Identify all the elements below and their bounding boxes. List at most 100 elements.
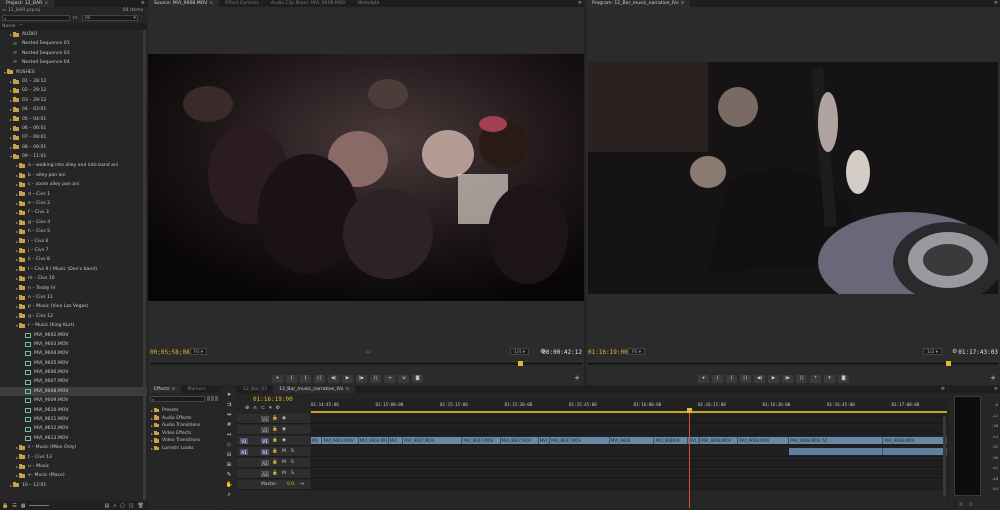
track-lock-icon[interactable]: 🔒 <box>272 471 278 476</box>
add-marker-button[interactable]: ▾ <box>272 375 283 383</box>
project-folder-item[interactable]: ▸ AUDIO <box>0 30 147 39</box>
effects-folder-item[interactable]: ▸ Video Effects <box>150 430 191 436</box>
timeline-video-clip[interactable]: MVI_9607.MOV <box>500 437 539 444</box>
project-folder-item[interactable]: ▾ 09 – 11:01 <box>0 152 147 161</box>
timeline-video-clip[interactable]: MVI_9608.MOV <box>738 437 790 444</box>
panel-menu-icon[interactable]: ≡ <box>994 386 998 393</box>
source-button-editor-plus[interactable]: + <box>574 374 580 382</box>
32bit-filter-icon[interactable] <box>211 396 214 401</box>
project-folder-item[interactable]: ▸ n – Teddy IV <box>0 284 147 293</box>
track-header-v2[interactable]: V2 🔒 ◉ <box>237 425 310 435</box>
project-folder-item[interactable]: ▸ f – Civs 3 <box>0 208 147 217</box>
panel-menu-icon[interactable]: ≡ <box>994 0 998 7</box>
project-folder-item[interactable]: ▸ 10 – 12:01 <box>0 481 147 490</box>
column-header[interactable]: Name ^ <box>0 23 147 30</box>
step-forward-button[interactable]: |▶ <box>782 375 793 383</box>
timeline-video-clip[interactable]: MVI_9607.MOV <box>550 437 610 444</box>
effects-folder-item[interactable]: ▸ Presets <box>150 407 178 413</box>
source-patch-a1[interactable]: A1 <box>240 449 248 455</box>
mark-in-button[interactable]: { <box>286 375 297 383</box>
timeline-video-clip[interactable]: MVI_9608.M <box>654 437 688 444</box>
timeline-scrollbar[interactable] <box>943 416 946 496</box>
source-playhead[interactable] <box>518 361 523 366</box>
project-folder-item[interactable]: ▸ i – Civs 6 <box>0 237 147 246</box>
solo-icon[interactable]: S <box>291 460 294 465</box>
track-lane-a3[interactable] <box>311 469 947 479</box>
track-header-v1[interactable]: V1 V1 🔒 ◉ <box>237 436 310 446</box>
rolling-edit-tool-icon[interactable]: # <box>225 422 233 429</box>
eye-icon[interactable]: ◉ <box>282 438 286 443</box>
timeline-settings-icon[interactable]: ⚙ <box>276 405 280 411</box>
track-lock-icon[interactable]: 🔒 <box>272 416 278 421</box>
project-scrollbar[interactable] <box>143 30 146 500</box>
project-folder-item[interactable]: ▸ 06 – 06:01 <box>0 124 147 133</box>
project-clip-item[interactable]: MVI_9613.MOV <box>0 434 147 443</box>
tab-sequence-12-bar-music[interactable]: 12_Bar_music_narrative_IVs ≡ <box>273 386 356 393</box>
timeline-audio-clip[interactable] <box>883 448 947 455</box>
project-clip-item[interactable]: MVI_9609.MOV <box>0 396 147 405</box>
timeline-video-clip[interactable]: MVI_9604.MOV <box>322 437 359 444</box>
go-to-in-button[interactable]: |{ <box>314 375 325 383</box>
tab-sequence-12-bar-02[interactable]: 12_Bar_02 <box>237 386 273 393</box>
track-lock-icon[interactable]: 🔒 <box>272 449 278 454</box>
add-marker-icon[interactable]: ▾ <box>269 405 272 411</box>
mark-out-button[interactable]: } <box>726 375 737 383</box>
eye-icon[interactable]: ◉ <box>282 416 286 421</box>
zoom-slider[interactable] <box>29 505 50 506</box>
timeline-video-clip[interactable]: MVI_9607.MOV <box>462 437 501 444</box>
project-folder-item[interactable]: ▸ m – Civs 10 <box>0 274 147 283</box>
track-header-v3[interactable]: V3 🔒 ◉ <box>237 414 310 424</box>
project-clip-item[interactable]: MVI_9604.MOV <box>0 349 147 358</box>
project-folder-item[interactable]: ▸ s – Music (Mike Only) <box>0 443 147 452</box>
work-area-bar[interactable] <box>311 411 947 413</box>
track-target-v2[interactable]: V2 <box>261 427 269 433</box>
track-target-a1[interactable]: A1 <box>261 449 269 455</box>
tab-metadata[interactable]: Metadata <box>352 0 386 7</box>
project-folder-item[interactable]: ▸ 03 – 29:12 <box>0 96 147 105</box>
track-target-v3[interactable]: V3 <box>261 416 269 422</box>
tab-program[interactable]: Program: 12_Bar_music_narrative_IVs ≡ <box>586 0 691 7</box>
project-folder-item[interactable]: ▸ g – Civs 4 <box>0 218 147 227</box>
project-clip-item[interactable]: MVI_9611.MOV <box>0 415 147 424</box>
mute-icon[interactable]: M <box>282 449 286 454</box>
source-fit-select[interactable]: Fit ▾ <box>190 348 207 355</box>
master-track-header[interactable]: Master 0.0 ⇥ <box>237 480 310 490</box>
source-video-frame[interactable] <box>148 54 584 301</box>
solo-icon[interactable]: S <box>291 449 294 454</box>
project-folder-item[interactable]: ▸ v– Music (Maco) <box>0 471 147 480</box>
program-playhead[interactable] <box>946 361 951 366</box>
timeline-video-clip[interactable]: MVI_9608.MOV [V] <box>789 437 884 444</box>
timeline-video-clip[interactable]: MVI_9607.MOV <box>403 437 463 444</box>
play-button[interactable]: ▶ <box>768 375 779 383</box>
find-icon[interactable]: ⌕ <box>113 503 116 509</box>
timeline-audio-clip[interactable] <box>789 448 884 455</box>
selection-tool-icon[interactable]: ➤ <box>225 392 233 399</box>
project-folder-item[interactable]: ▸ b – alley pan ani <box>0 171 147 180</box>
program-fit-select[interactable]: Fit ▾ <box>628 348 645 355</box>
insert-nest-icon[interactable]: ⊕ <box>245 405 249 411</box>
effects-search-input[interactable]: ⌕ <box>150 396 205 402</box>
yuv-filter-icon[interactable] <box>215 396 218 401</box>
master-track-lane[interactable] <box>311 480 947 490</box>
wrench-icon[interactable]: ⚙ <box>952 348 957 355</box>
program-timecode[interactable]: 01:16:19:00 <box>588 349 628 356</box>
search-input[interactable]: ⌕ <box>2 15 70 21</box>
project-clip-item[interactable]: MVI_9603.MOV <box>0 340 147 349</box>
project-clip-item[interactable]: MVI_9606.MOV <box>0 368 147 377</box>
track-header-a3[interactable]: A3 🔒 M S <box>237 469 310 479</box>
timeline-video-clip[interactable]: MVI_9603.MO <box>358 437 389 444</box>
play-button[interactable]: ▶ <box>342 375 353 383</box>
go-to-out-button[interactable]: }| <box>796 375 807 383</box>
slip-tool-icon[interactable]: ⊟ <box>225 452 233 459</box>
project-clip-item[interactable]: MVI_9608.MOV <box>0 386 147 397</box>
project-folder-item[interactable]: ▸ k – Civs 8 <box>0 255 147 264</box>
trash-icon[interactable]: 🗑 <box>138 503 147 509</box>
zoom-tool-icon[interactable]: ⌕ <box>225 492 233 499</box>
project-clip-item[interactable]: MVI_9610.MOV <box>0 406 147 415</box>
track-target-v1[interactable]: V1 <box>261 438 269 444</box>
ripple-edit-tool-icon[interactable]: ⇹ <box>225 412 233 419</box>
tab-effect-controls[interactable]: Effect Controls <box>219 0 265 7</box>
effects-folder-item[interactable]: ▸ Video Transitions <box>150 438 200 443</box>
extract-button[interactable]: ⇞ <box>824 375 835 383</box>
panel-menu-icon[interactable]: ≡ <box>941 386 945 393</box>
